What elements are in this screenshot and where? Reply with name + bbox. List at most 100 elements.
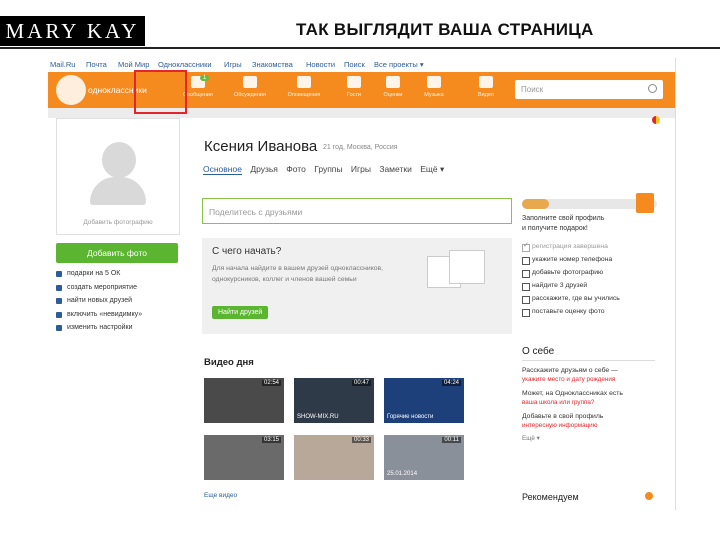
tab-photos[interactable]: Фото <box>286 164 306 174</box>
checklist-label: расскажите, где вы учились <box>532 295 620 302</box>
about-question: Расскажите друзьям о себе — <box>522 367 618 374</box>
header-ratings[interactable]: Оценки <box>375 76 411 98</box>
checkbox-icon <box>522 296 530 304</box>
checklist-item[interactable]: добавьте фотографию <box>522 269 620 282</box>
share-input[interactable]: Поделитесь с друзьями <box>202 198 512 224</box>
checklist-label: регистрация завершена <box>532 243 608 250</box>
video-thumbnail[interactable]: 00:33 <box>294 435 374 480</box>
photos-illustration-icon <box>427 250 485 290</box>
about-more-link[interactable]: Ещё ▾ <box>522 435 657 442</box>
message-count-badge: 1 <box>200 75 210 81</box>
video-duration: 00:47 <box>351 380 371 386</box>
settings-indicator-icon[interactable] <box>652 116 660 124</box>
settings-icon <box>56 325 62 331</box>
chat-bubbles-icon <box>243 76 257 88</box>
video-caption: 25.01.2014 <box>387 471 418 477</box>
topnav-link[interactable]: Все проекты ▾ <box>374 60 424 69</box>
add-photo-button[interactable]: Добавить фото <box>56 243 178 263</box>
left-menu-item[interactable]: подарки на 5 ОК <box>56 270 142 284</box>
tab-friends[interactable]: Друзья <box>250 164 278 174</box>
video-thumbnail[interactable]: 02:54 <box>204 378 284 423</box>
header-video[interactable]: Видео <box>468 76 504 98</box>
left-menu-item[interactable]: найти новых друзей <box>56 297 142 311</box>
recommend-icon[interactable] <box>645 492 653 500</box>
checklist-label: укажите номер телефона <box>532 256 613 263</box>
left-menu-item[interactable]: создать мероприятие <box>56 284 142 298</box>
avatar-caption[interactable]: Добавить фотографию <box>57 219 179 226</box>
checklist-label: добавьте фотографию <box>532 269 604 276</box>
checkbox-icon <box>522 257 530 265</box>
footprints-icon <box>347 76 361 88</box>
more-video-link[interactable]: Еще видео <box>204 492 237 499</box>
about-title: О себе <box>522 346 555 357</box>
about-question: Может, на Одноклассниках есть <box>522 390 623 397</box>
add-friend-icon <box>56 298 62 304</box>
checklist-item[interactable]: найдите 3 друзей <box>522 282 620 295</box>
checkbox-icon <box>522 270 530 278</box>
search-icon[interactable] <box>648 84 657 93</box>
topnav-link[interactable]: Поиск <box>344 60 365 69</box>
topnav-link[interactable]: Новости <box>306 60 335 69</box>
checklist-item[interactable]: регистрация завершена <box>522 241 620 256</box>
tab-notes[interactable]: Заметки <box>379 164 412 174</box>
video-thumbnail[interactable]: 00:11 25.01.2014 <box>384 435 464 480</box>
about-link[interactable]: ваша школа или группа? <box>522 398 657 407</box>
checkbox-icon <box>522 283 530 291</box>
header-notifications[interactable]: Оповещения <box>286 76 322 98</box>
getting-started-text: Для начала найдите в вашем друзей однокл… <box>212 265 384 283</box>
header-music[interactable]: Музыка <box>416 76 452 98</box>
music-note-icon <box>427 76 441 88</box>
header-discussions[interactable]: Обсуждения <box>232 76 268 98</box>
video-duration: 00:11 <box>442 437 461 443</box>
about-link[interactable]: интересную информацию <box>522 421 657 430</box>
video-duration: 02:54 <box>261 380 281 386</box>
video-thumbnail[interactable]: 04:24 Горячие новости <box>384 378 464 423</box>
checkbox-icon <box>522 241 530 252</box>
video-thumbnail[interactable]: 03:15 <box>204 435 284 480</box>
topnav-link[interactable]: Игры <box>224 60 242 69</box>
slide-title: ТАК ВЫГЛЯДИТ ВАША СТРАНИЦА <box>296 20 594 39</box>
progress-fill <box>522 199 549 209</box>
tab-games[interactable]: Игры <box>351 164 371 174</box>
divider <box>522 360 655 361</box>
left-menu-item[interactable]: включить «невидимку» <box>56 311 142 325</box>
profile-tabs: Основное Друзья Фото Группы Игры Заметки… <box>203 164 450 175</box>
video-duration: 04:24 <box>441 380 461 386</box>
video-icon <box>479 76 493 88</box>
checkbox-icon <box>522 309 530 317</box>
checklist-item[interactable]: поставьте оценку фото <box>522 308 620 321</box>
video-duration: 03:15 <box>261 437 281 443</box>
search-placeholder: Поиск <box>521 85 544 94</box>
recommend-title: Рекомендуем <box>522 492 579 502</box>
video-thumbnail[interactable]: 00:47 SHOW-MIX.RU <box>294 378 374 423</box>
avatar-head-icon <box>102 142 136 178</box>
topnav-link[interactable]: Одноклассники <box>158 60 212 69</box>
video-of-day-title: Видео дня <box>204 357 254 368</box>
avatar-body-icon <box>90 177 146 205</box>
fill-profile-text[interactable]: Заполните свой профиль и получите подаро… <box>522 214 604 234</box>
topnav-link[interactable]: Почта <box>86 60 107 69</box>
left-menu-item[interactable]: изменить настройки <box>56 324 142 338</box>
video-caption: Горячие новости <box>387 414 434 420</box>
topnav-link[interactable]: Знакомства <box>252 60 293 69</box>
ok-logo-icon[interactable] <box>56 75 86 105</box>
rating-icon <box>386 76 400 88</box>
bell-icon <box>297 76 311 88</box>
checklist-item[interactable]: расскажите, где вы учились <box>522 295 620 308</box>
header-item-label: Гости <box>346 92 361 98</box>
search-input[interactable]: Поиск <box>515 80 663 99</box>
video-caption: SHOW-MIX.RU <box>297 414 339 420</box>
avatar-placeholder[interactable]: Добавить фотографию <box>56 118 180 235</box>
tab-main[interactable]: Основное <box>203 164 242 175</box>
header-guests[interactable]: Гости <box>336 76 372 98</box>
topnav-link[interactable]: Мой Мир <box>118 60 149 69</box>
find-friends-button[interactable]: Найти друзей <box>212 306 269 319</box>
tab-groups[interactable]: Группы <box>314 164 342 174</box>
checklist-item[interactable]: укажите номер телефона <box>522 256 620 269</box>
about-section: Расскажите друзьям о себе — укажите мест… <box>522 366 657 442</box>
tab-more[interactable]: Ещё ▾ <box>420 164 444 174</box>
getting-started-panel: С чего начать? Для начала найдите в ваше… <box>202 238 512 334</box>
gift-box-icon[interactable] <box>636 193 654 213</box>
about-link[interactable]: укажите место и дату рождения <box>522 375 657 384</box>
topnav-link[interactable]: Mail.Ru <box>50 60 75 69</box>
